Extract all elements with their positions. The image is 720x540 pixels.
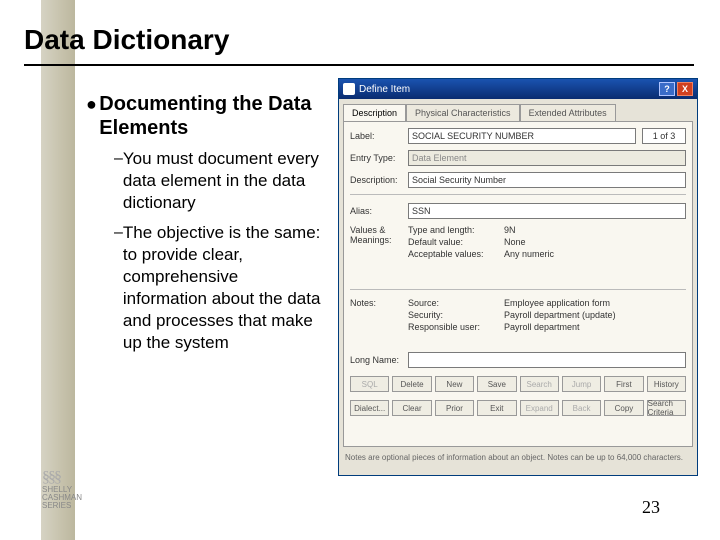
first-button[interactable]: First	[604, 376, 643, 392]
button-row-2: Dialect... Clear Prior Exit Expand Back …	[350, 400, 686, 416]
title-underline	[24, 64, 694, 66]
label-field[interactable]: SOCIAL SECURITY NUMBER	[408, 128, 636, 144]
exit-button[interactable]: Exit	[477, 400, 516, 416]
alias-field[interactable]: SSN	[408, 203, 686, 219]
expand-button[interactable]: Expand	[520, 400, 559, 416]
dialog-titlebar[interactable]: Define Item ? X	[339, 79, 697, 99]
dialog-title-text: Define Item	[359, 84, 410, 95]
alias-label: Alias:	[350, 206, 408, 216]
description-label: Description:	[350, 175, 408, 185]
delete-button[interactable]: Delete	[392, 376, 431, 392]
bullet-dot: ●	[86, 92, 99, 140]
label-label: Label:	[350, 131, 408, 141]
bullet-list: ● Documenting the Data Elements – You mu…	[86, 92, 326, 354]
series-logo: §§§ SHELLY CASHMAN SERIES	[42, 470, 112, 510]
values-label: Values & Meanings:	[350, 225, 408, 261]
dialog-footnote: Notes are optional pieces of information…	[339, 453, 697, 467]
page-number: 23	[642, 497, 660, 518]
kv-val: 9N	[504, 225, 516, 235]
kv-val: Payroll department	[504, 322, 580, 332]
button-row-1: SQL Delete New Save Search Jump First Hi…	[350, 376, 686, 392]
app-icon	[343, 83, 355, 95]
new-button[interactable]: New	[435, 376, 474, 392]
back-button[interactable]: Back	[562, 400, 601, 416]
prior-button[interactable]: Prior	[435, 400, 474, 416]
kv-key: Acceptable values:	[408, 249, 504, 259]
kv-val: None	[504, 237, 526, 247]
decorative-side-bar	[41, 0, 75, 540]
kv-key: Responsible user:	[408, 322, 504, 332]
dialect-button[interactable]: Dialect...	[350, 400, 389, 416]
kv-val: Any numeric	[504, 249, 554, 259]
kv-key: Default value:	[408, 237, 504, 247]
save-button[interactable]: Save	[477, 376, 516, 392]
long-name-field[interactable]	[408, 352, 686, 368]
sql-button[interactable]: SQL	[350, 376, 389, 392]
help-button[interactable]: ?	[659, 82, 675, 96]
bullet-main-text: Documenting the Data Elements	[99, 92, 326, 140]
divider	[350, 194, 686, 195]
kv-val: Employee application form	[504, 298, 610, 308]
search-criteria-button[interactable]: Search Criteria	[647, 400, 686, 416]
bullet-sub1-text: You must document every data element in …	[123, 148, 326, 214]
tab-extended[interactable]: Extended Attributes	[520, 104, 616, 122]
kv-key: Source:	[408, 298, 504, 308]
clear-button[interactable]: Clear	[392, 400, 431, 416]
close-button[interactable]: X	[677, 82, 693, 96]
kv-key: Security:	[408, 310, 504, 320]
notes-label: Notes:	[350, 298, 408, 334]
record-counter: 1 of 3	[642, 128, 686, 144]
search-button[interactable]: Search	[520, 376, 559, 392]
kv-val: Payroll department (update)	[504, 310, 616, 320]
tab-description[interactable]: Description	[343, 104, 406, 122]
bullet-level2: – You must document every data element i…	[114, 148, 326, 214]
history-button[interactable]: History	[647, 376, 686, 392]
bullet-level1: ● Documenting the Data Elements	[86, 92, 326, 140]
notes-box: Source:Employee application form Securit…	[408, 298, 686, 334]
bullet-sub2-text: The objective is the same: to provide cl…	[123, 222, 326, 354]
tab-panel: Label: SOCIAL SECURITY NUMBER 1 of 3 Ent…	[343, 121, 693, 447]
bullet-dash: –	[114, 222, 123, 354]
description-field[interactable]: Social Security Number	[408, 172, 686, 188]
tab-strip: Description Physical Characteristics Ext…	[339, 99, 697, 121]
kv-key: Type and length:	[408, 225, 504, 235]
define-item-dialog: Define Item ? X Description Physical Cha…	[338, 78, 698, 476]
slide-title: Data Dictionary	[24, 24, 229, 56]
values-box: Type and length:9N Default value:None Ac…	[408, 225, 686, 261]
bullet-level2: – The objective is the same: to provide …	[114, 222, 326, 354]
jump-button[interactable]: Jump	[562, 376, 601, 392]
copy-button[interactable]: Copy	[604, 400, 643, 416]
entry-type-label: Entry Type:	[350, 153, 408, 163]
divider	[350, 289, 686, 290]
long-name-label: Long Name:	[350, 355, 408, 365]
logo-line: SERIES	[42, 502, 112, 510]
bullet-dash: –	[114, 148, 123, 214]
entry-type-field: Data Element	[408, 150, 686, 166]
tab-physical[interactable]: Physical Characteristics	[406, 104, 520, 122]
